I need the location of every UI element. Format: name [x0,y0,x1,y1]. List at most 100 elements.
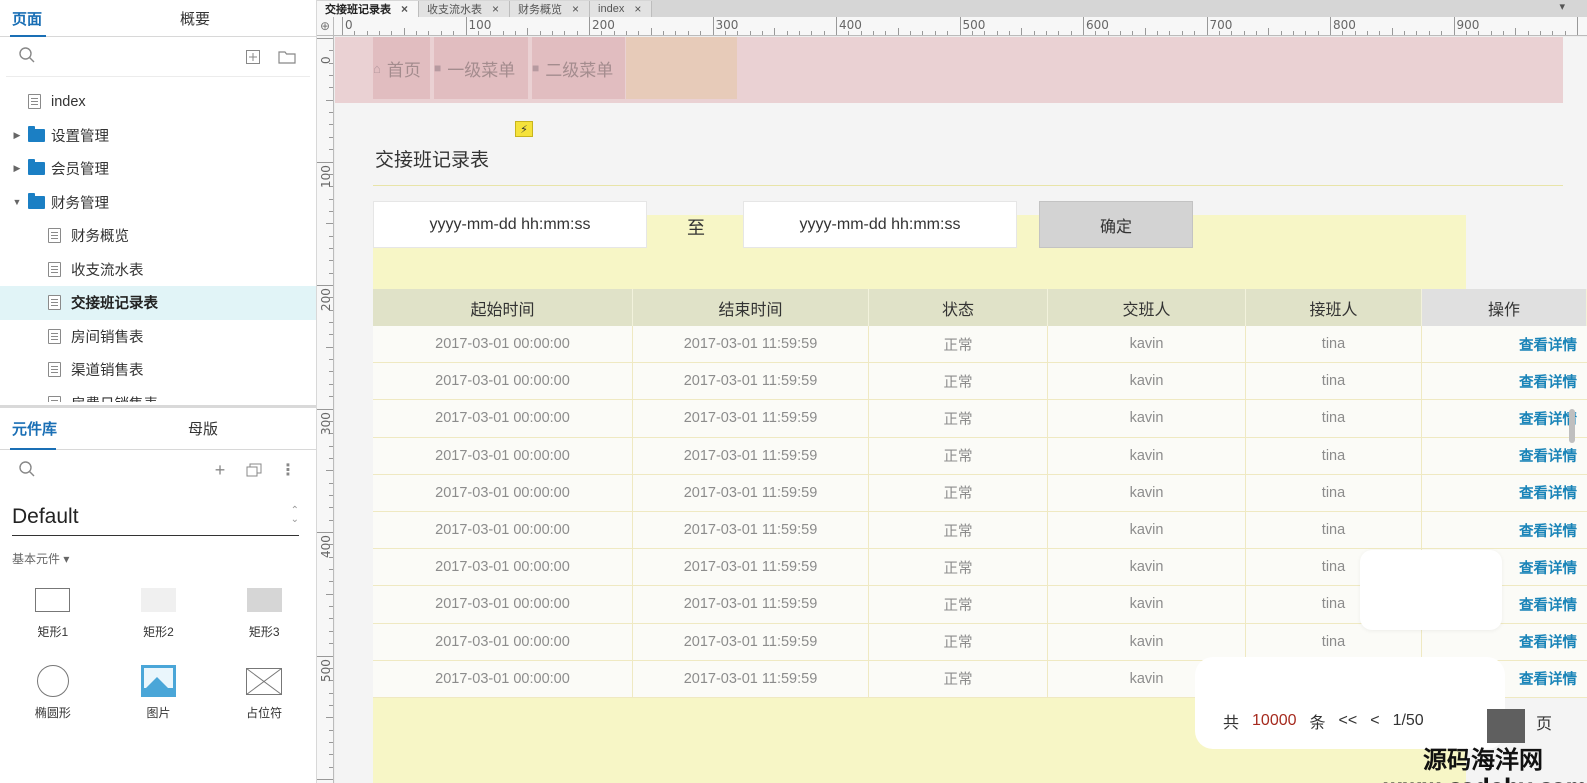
start-date-input[interactable]: yyyy-mm-dd hh:mm:ss [373,201,647,248]
table-cell: kavin [1048,511,1246,549]
breadcrumb-level1[interactable]: ■ 一级菜单 [434,37,528,99]
add-library-icon[interactable]: + [209,459,231,481]
tree-item-room-sales[interactable]: 房间销售表 [0,320,316,354]
tree-item-finance[interactable]: ▼ 财务管理 [0,186,316,220]
close-icon[interactable]: × [401,2,408,16]
search-icon[interactable] [18,460,36,481]
table-cell: 正常 [869,586,1048,623]
ruler-tick [1305,31,1307,35]
design-area: 交接班记录表 × 收支流水表 × 财务概览 × index × ▾ ⊕ 0 100 200 3… [317,0,1587,783]
tree-item-finance-overview[interactable]: 财务概览 [0,219,316,253]
widget-image[interactable]: 图片 [106,665,212,721]
widget-label: 矩形3 [248,625,280,639]
tab-masters[interactable]: 母版 [158,408,317,449]
view-details-link[interactable]: 查看详情 [1422,475,1587,511]
tab-outline[interactable]: 概要 [158,0,316,36]
ruler-tick [329,630,333,632]
doc-tab-finance-overview[interactable]: 财务概览 × [510,1,591,17]
table-cell: kavin [1048,437,1246,474]
ruler-tick [329,87,333,89]
widget-group-title[interactable]: 基本元件 ▾ [12,550,317,567]
ruler-tick [1206,17,1208,35]
close-icon[interactable]: × [492,2,499,16]
tab-list-icon[interactable]: ▾ [1559,0,1565,13]
view-details-link[interactable]: 查看详情 [1422,400,1587,436]
widget-label: 矩形1 [37,625,69,639]
dot-icon: ■ [434,61,442,75]
tab-widget-library[interactable]: 元件库 [0,408,158,449]
scrollbar-thumb[interactable] [1569,409,1575,443]
widget-rect3[interactable]: 矩形3 [211,585,317,640]
tree-item-members[interactable]: ▶ 会员管理 [0,152,316,186]
ruler-tick [1416,31,1418,35]
end-date-input[interactable]: yyyy-mm-dd hh:mm:ss [743,201,1017,248]
ruler-label: 100 [468,18,492,32]
pager-prefix: 共 [1223,715,1240,732]
caret-down-icon[interactable]: ▼ [10,197,24,207]
pager-first-button[interactable]: << [1339,712,1358,730]
horizontal-ruler[interactable]: 0 100 200 300 400 500 600 700 800 900 [334,17,1587,36]
doc-tab-index[interactable]: index × [590,1,653,17]
tree-item-settings[interactable]: ▶ 设置管理 [0,119,316,153]
table-cell: kavin [1048,326,1246,363]
caret-right-icon[interactable]: ▶ [10,130,24,141]
tree-item-daily-room-sales[interactable]: 房费日销售表 [0,387,316,402]
ruler-label: 500 [962,18,986,32]
table-cell: kavin [1048,549,1246,586]
tree-item-channel-sales[interactable]: 渠道销售表 [0,353,316,387]
ruler-tick [1515,28,1517,35]
breadcrumb-level2[interactable]: ■ 二级菜单 [532,37,625,99]
widget-placeholder[interactable]: 占位符 [211,666,317,721]
view-details-link[interactable]: 查看详情 [1422,363,1587,399]
add-page-icon[interactable] [242,46,264,68]
doc-tab-shift-handover[interactable]: 交接班记录表 × [317,1,420,17]
view-details-link[interactable]: 查看详情 [1422,512,1587,548]
page-icon [48,395,61,402]
tree-item-shift-handover[interactable]: 交接班记录表 [0,286,316,320]
ruler-origin-icon[interactable]: ⊕ [317,17,334,36]
table-cell: 2017-03-01 11:59:59 [633,400,869,437]
view-details-link[interactable]: 查看详情 [1422,326,1587,362]
library-select[interactable]: Default ⌃ ⌄ [12,498,299,536]
more-options-icon[interactable]: ⋮ [277,459,299,481]
placeholder-icon [246,667,283,695]
library-copy-icon[interactable] [243,459,265,481]
ruler-tick [1367,31,1369,35]
ruler-tick [1169,31,1171,35]
add-folder-icon[interactable] [276,46,298,68]
view-details-link[interactable]: 查看详情 [1422,438,1587,474]
header-panel[interactable]: ⌂ 首页 ■ 一级菜单 ■ 二级菜单 [335,37,1563,103]
page-canvas[interactable]: ⌂ 首页 ■ 一级菜单 ■ 二级菜单 ⚡ 交接班记录表 yyyy-mm-dd hh:m… [335,37,1587,783]
watermark: 源码海洋网 www.codehy.com [1383,746,1587,783]
widget-rect2[interactable]: 矩形2 [106,585,212,640]
close-icon[interactable]: × [572,2,579,16]
breadcrumb-label: 二级菜单 [545,60,614,80]
tab-pages[interactable]: 页面 [0,0,158,36]
vertical-ruler[interactable]: 0 100 200 300 400 500 [317,36,334,783]
tree-item-index[interactable]: index [0,85,316,119]
pager-input[interactable] [1487,709,1525,743]
ruler-tick [539,31,541,35]
ruler-tick [329,692,333,694]
watermark-line2: www.codehy.com [1383,775,1587,783]
lightning-icon[interactable]: ⚡ [515,121,533,137]
widget-rect1[interactable]: 矩形1 [0,585,106,640]
search-icon[interactable] [18,46,36,67]
ruler-tick [329,198,333,200]
caret-right-icon[interactable]: ▶ [10,163,24,174]
ruler-label: 700 [1209,18,1233,32]
ruler-tick [1539,31,1541,35]
doc-tab-income-expense[interactable]: 收支流水表 × [419,1,511,17]
confirm-button[interactable]: 确定 [1039,201,1193,248]
ruler-label: 800 [1333,18,1356,32]
breadcrumb-home[interactable]: ⌂ 首页 [373,37,430,99]
widget-ellipse[interactable]: 椭圆形 [0,665,106,721]
breadcrumb-blank[interactable] [626,37,737,99]
ruler-tick [638,31,640,35]
column-header: 状态 [869,289,1048,326]
tree-item-label: index [51,93,86,110]
tree-item-income-expense[interactable]: 收支流水表 [0,253,316,287]
pager-prev-button[interactable]: < [1370,712,1379,730]
close-icon[interactable]: × [634,2,641,16]
ruler-tick [416,31,418,35]
